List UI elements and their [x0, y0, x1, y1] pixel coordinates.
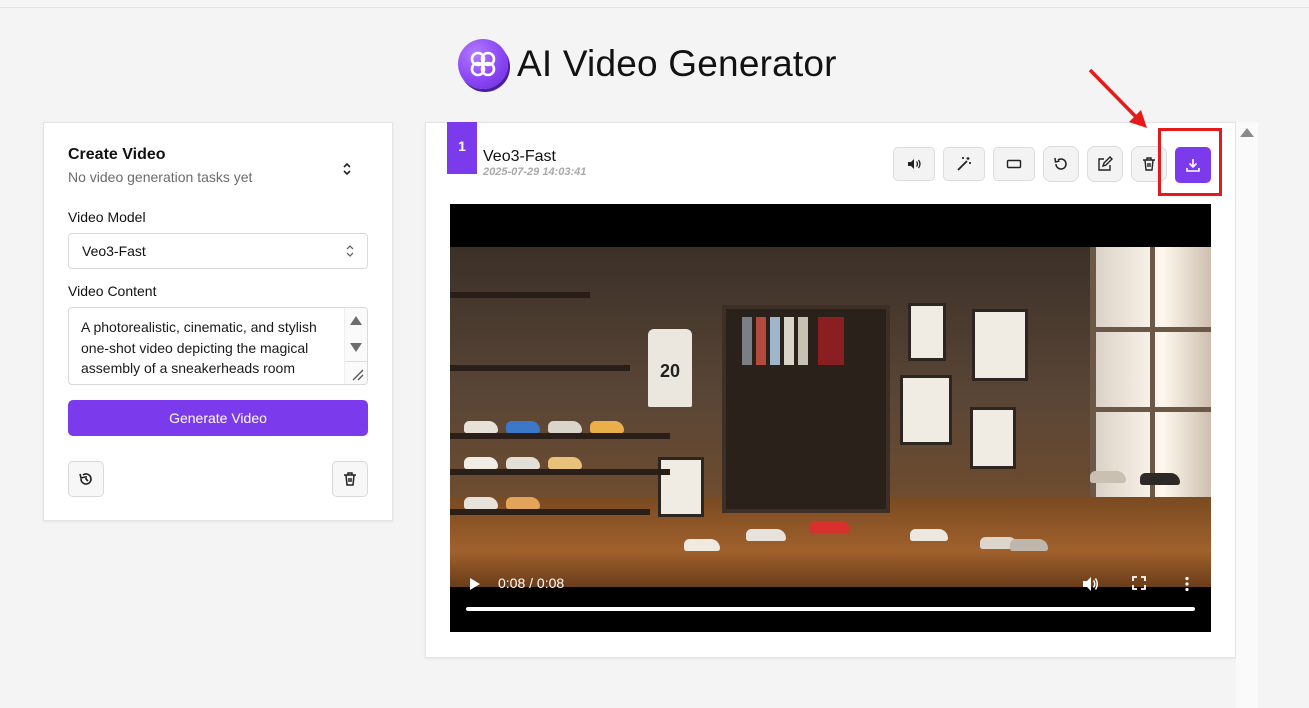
- video-content-text: A photorealistic, cinematic, and stylish…: [81, 319, 317, 376]
- window: [1090, 247, 1211, 497]
- video-model-label: Video Model: [68, 209, 146, 225]
- task-status-text: No video generation tasks yet: [68, 169, 253, 185]
- textarea-scrollbar[interactable]: [344, 308, 367, 384]
- task-model-name: Veo3-Fast: [483, 148, 556, 165]
- clover-logo-icon: [458, 39, 508, 89]
- trash-icon: [1143, 157, 1155, 171]
- video-model-value: Veo3-Fast: [82, 243, 146, 259]
- video-model-select[interactable]: Veo3-Fast: [68, 233, 368, 269]
- jersey: 20: [648, 329, 692, 407]
- top-divider: [0, 7, 1309, 8]
- video-content-label: Video Content: [68, 283, 157, 299]
- video-player[interactable]: 20 0:08 / 0:08: [450, 204, 1211, 632]
- video-task-card: 1 Veo3-Fast 2025-07-29 14:03:41 20 0:08 …: [425, 122, 1236, 658]
- edit-icon: [1098, 156, 1113, 171]
- regenerate-button[interactable]: [1043, 146, 1079, 182]
- select-chevron-icon: [346, 245, 354, 257]
- edit-button[interactable]: [1087, 146, 1123, 182]
- task-index-badge: 1: [447, 122, 477, 174]
- create-video-panel: Create Video No video generation tasks y…: [43, 122, 393, 521]
- collapse-toggle-icon[interactable]: [340, 161, 354, 177]
- play-button[interactable]: [470, 578, 480, 590]
- video-frame: 20: [450, 247, 1211, 587]
- trash-icon: [344, 472, 356, 486]
- history-icon: [79, 473, 92, 485]
- more-options-icon[interactable]: [1184, 576, 1190, 592]
- page-scrollbar[interactable]: [1236, 122, 1258, 708]
- scroll-up-icon[interactable]: [350, 316, 362, 325]
- volume-icon: [908, 159, 921, 169]
- video-progress-bar[interactable]: [466, 607, 1195, 611]
- video-time: 0:08 / 0:08: [498, 575, 565, 591]
- jersey-number: 20: [659, 361, 681, 381]
- annotation-highlight-box: [1158, 128, 1222, 196]
- aspect-ratio-button[interactable]: [993, 147, 1035, 181]
- generate-video-button[interactable]: Generate Video: [68, 400, 368, 436]
- video-content-textarea[interactable]: A photorealistic, cinematic, and stylish…: [68, 307, 368, 385]
- magic-enhance-button[interactable]: [943, 147, 985, 181]
- aspect-ratio-icon: [1006, 159, 1022, 169]
- regenerate-icon: [1054, 157, 1067, 170]
- page-title: AI Video Generator: [517, 43, 837, 84]
- annotation-arrow-icon: [1088, 68, 1147, 128]
- create-video-title: Create Video: [68, 146, 166, 163]
- clear-tasks-button[interactable]: [332, 461, 368, 497]
- resize-handle-icon[interactable]: [345, 361, 367, 384]
- volume-button[interactable]: [893, 147, 935, 181]
- magic-wand-icon: [957, 157, 971, 171]
- fullscreen-icon[interactable]: [1132, 576, 1146, 590]
- app-header: AI Video Generator: [458, 38, 837, 90]
- history-button[interactable]: [68, 461, 104, 497]
- scroll-up-icon[interactable]: [1240, 128, 1254, 137]
- volume-icon[interactable]: [1082, 576, 1100, 592]
- task-timestamp: 2025-07-29 14:03:41: [483, 166, 587, 178]
- scroll-down-icon[interactable]: [350, 343, 362, 352]
